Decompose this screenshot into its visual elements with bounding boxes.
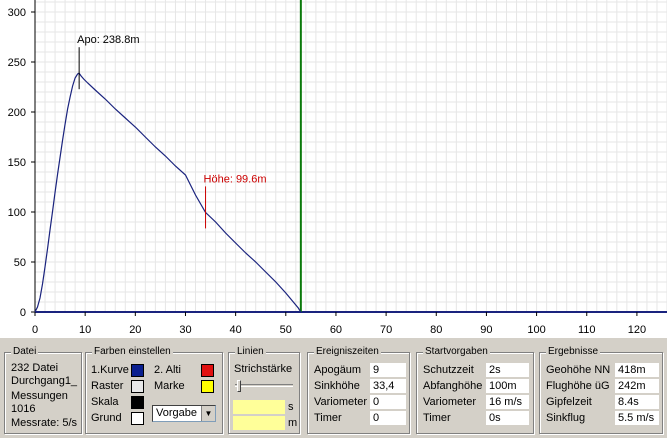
skala-label: Skala — [91, 396, 119, 408]
flughoehe-label: Flughöhe üG — [546, 380, 610, 392]
variometer-start-label: Variometer — [423, 396, 476, 408]
x-tick-label: 60 — [330, 324, 342, 336]
farben-group: Farben einstellen 1.Kurve 2. Alti Raster… — [85, 346, 223, 434]
strichstaerke-slider-track[interactable] — [235, 384, 293, 387]
x-tick-label: 110 — [578, 324, 596, 336]
linien-group: Linien Strichstärke s m — [228, 346, 300, 434]
flughoehe-value: 242m — [615, 379, 659, 393]
sinkhoehe-value[interactable]: 33,4 — [370, 379, 406, 393]
y-tick-label: 150 — [8, 157, 26, 169]
altitude-plot[interactable]: 0 50 100 150 200 250 300 0 10 20 30 40 50 60 70 80 90 100… — [0, 0, 667, 338]
marke-color-swatch[interactable] — [201, 380, 214, 393]
file-count-label: 232 Datei — [11, 362, 59, 374]
x-tick-label: 120 — [628, 324, 646, 336]
file-name-label[interactable]: Durchgang1_ — [11, 375, 77, 388]
x-tick-label: 20 — [129, 324, 141, 336]
strichstaerke-label: Strichstärke — [234, 363, 293, 375]
messungen-label: Messungen — [11, 390, 68, 402]
variometer-event-value[interactable]: 0 — [370, 395, 406, 409]
marke-label: Marke — [154, 380, 185, 392]
gipfelzeit-value: 8.4s — [615, 395, 659, 409]
raster-color-swatch[interactable] — [131, 380, 144, 393]
datei-group-title: Datei — [11, 346, 39, 358]
timer-start-value[interactable]: 0s — [486, 411, 529, 425]
chevron-down-icon[interactable]: ▼ — [201, 406, 215, 421]
kurve-color-swatch[interactable] — [131, 364, 144, 377]
startvorgaben-group-title: Startvorgaben — [423, 346, 490, 358]
sinkhoehe-label: Sinkhöhe — [314, 380, 360, 392]
apogee-annotation: Apo: 238.8m — [77, 34, 139, 46]
datei-group: Datei 232 Datei Durchgang1_ Messungen 10… — [4, 346, 82, 434]
variometer-event-label: Variometer — [314, 396, 367, 408]
apogaeum-label: Apogäum — [314, 364, 362, 376]
abfanghoehe-label: Abfanghöhe — [423, 380, 483, 392]
ergebnisse-group: Ergebnisse Geohöhe NN 418m Flughöhe üG 2… — [539, 346, 663, 434]
x-tick-label: 80 — [430, 324, 442, 336]
y-tick-label: 250 — [8, 57, 26, 69]
sinkflug-value: 5.5 m/s — [615, 411, 659, 425]
vorgabe-select-value: Vorgabe — [156, 407, 197, 419]
schutzzeit-label: Schutzzeit — [423, 364, 474, 376]
x-tick-label: 40 — [230, 324, 242, 336]
y-tick-label: 50 — [14, 257, 26, 269]
x-tick-label: 0 — [32, 324, 38, 336]
raster-label: Raster — [91, 380, 124, 392]
vorgabe-select[interactable]: Vorgabe ▼ — [152, 405, 216, 422]
ereigniszeiten-group-title: Ereigniszeiten — [314, 346, 381, 358]
apogaeum-value[interactable]: 9 — [370, 363, 406, 377]
gipfelzeit-label: Gipfelzeit — [546, 396, 592, 408]
y-tick-label: 100 — [8, 207, 26, 219]
y-tick-label: 200 — [8, 107, 26, 119]
abfanghoehe-value[interactable]: 100m — [486, 379, 529, 393]
linien-meters-field[interactable] — [233, 416, 285, 430]
x-tick-label: 50 — [280, 324, 292, 336]
bottom-panel-bar: Datei 232 Datei Durchgang1_ Messungen 10… — [0, 338, 667, 438]
timer-event-value[interactable]: 0 — [370, 411, 406, 425]
skala-color-swatch[interactable] — [131, 396, 144, 409]
height-annotation: Höhe: 99.6m — [204, 173, 267, 185]
grund-label: Grund — [91, 412, 122, 424]
linien-seconds-unit: s — [288, 401, 294, 413]
linien-seconds-field[interactable] — [233, 400, 285, 414]
alti-label: 2. Alti — [154, 364, 181, 376]
schutzzeit-value[interactable]: 2s — [486, 363, 529, 377]
alti-color-swatch[interactable] — [201, 364, 214, 377]
timer-event-label: Timer — [314, 412, 342, 424]
altitude-chart[interactable]: 0 50 100 150 200 250 300 0 10 20 30 40 50 60 70 80 90 100… — [0, 0, 667, 338]
strichstaerke-slider-thumb[interactable] — [237, 380, 241, 392]
x-tick-label: 100 — [527, 324, 545, 336]
linien-meters-unit: m — [288, 417, 298, 429]
messrate-label: Messrate: 5/s — [11, 417, 78, 429]
sinkflug-label: Sinkflug — [546, 412, 586, 424]
kurve-label: 1.Kurve — [91, 364, 129, 376]
x-tick-label: 70 — [380, 324, 392, 336]
geohoehe-label: Geohöhe NN — [546, 364, 611, 376]
farben-group-title: Farben einstellen — [92, 346, 173, 358]
grund-color-swatch[interactable] — [131, 412, 144, 425]
linien-group-title: Linien — [235, 346, 266, 358]
ergebnisse-group-title: Ergebnisse — [546, 346, 601, 358]
messungen-value: 1016 — [11, 403, 36, 415]
x-tick-label: 90 — [480, 324, 492, 336]
startvorgaben-group: Startvorgaben Schutzzeit 2s Abfanghöhe 1… — [416, 346, 534, 434]
variometer-start-value[interactable]: 16 m/s — [486, 395, 529, 409]
x-tick-label: 30 — [179, 324, 191, 336]
y-tick-label: 300 — [8, 7, 26, 19]
y-tick-label: 0 — [20, 307, 26, 319]
ereigniszeiten-group: Ereigniszeiten Apogäum 9 Sinkhöhe 33,4 V… — [307, 346, 410, 434]
x-tick-label: 10 — [79, 324, 91, 336]
timer-start-label: Timer — [423, 412, 451, 424]
geohoehe-value: 418m — [615, 363, 659, 377]
